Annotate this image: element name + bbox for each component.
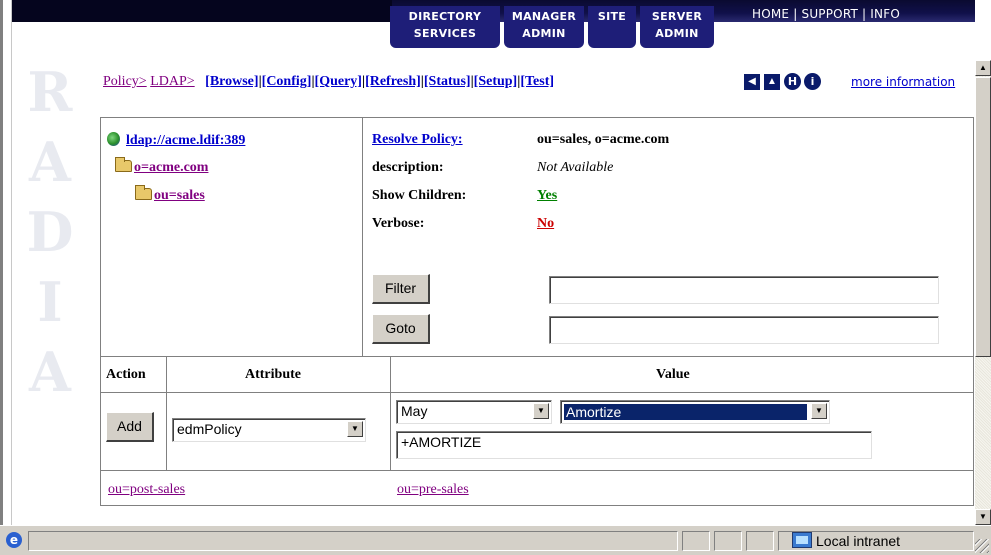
child-link-pre-sales[interactable]: ou=pre-sales: [397, 482, 469, 498]
scroll-up-arrow-icon[interactable]: ▲: [975, 60, 991, 76]
filter-input[interactable]: [549, 276, 939, 304]
vertical-scrollbar[interactable]: ▲ ▼: [975, 60, 991, 525]
tree-org-link[interactable]: o=acme.com: [134, 160, 208, 175]
attribute-header: Attribute: [245, 367, 301, 382]
tab-label: MANAGER: [511, 10, 577, 23]
browser-page-icon: e: [6, 532, 22, 548]
attribute-select[interactable]: edmPolicy ▼: [172, 418, 366, 442]
setup-link[interactable]: [Setup]: [474, 74, 518, 89]
home-link[interactable]: HOME: [752, 7, 789, 21]
child-link-post-sales[interactable]: ou=post-sales: [108, 482, 185, 498]
test-link[interactable]: [Test]: [520, 74, 554, 89]
up-icon[interactable]: ▲: [764, 73, 780, 90]
status-panel-main: [28, 531, 678, 551]
tab-server-admin[interactable]: SERVER ADMIN: [640, 6, 714, 48]
link-separator: |: [793, 7, 798, 21]
action-header: Action: [106, 367, 146, 382]
top-banner: DIRECTORY SERVICES MANAGER ADMIN SITE SE…: [12, 0, 975, 52]
back-icon[interactable]: ◀: [744, 73, 760, 90]
value-input[interactable]: +AMORTIZE: [396, 431, 872, 459]
watermark-letter: A: [29, 340, 71, 404]
more-information-link[interactable]: more information: [851, 75, 955, 89]
help-icon[interactable]: H: [784, 73, 801, 90]
folder-icon: [115, 157, 132, 172]
watermark-letter: R: [27, 60, 73, 124]
resolve-policy-value: ou=sales, o=acme.com: [537, 132, 670, 147]
value-select-policy[interactable]: Amortize ▼: [560, 400, 830, 424]
link-separator: |: [862, 7, 867, 21]
chevron-down-icon[interactable]: ▼: [533, 403, 549, 419]
support-link[interactable]: SUPPORT: [802, 7, 859, 21]
filter-button[interactable]: Filter: [372, 274, 430, 304]
show-children-label: Show Children:: [372, 188, 467, 203]
config-link[interactable]: [Config]: [262, 74, 312, 89]
value-select-month-value: May: [401, 403, 428, 419]
tree-root: ldap://acme.ldif:389: [107, 132, 245, 149]
resize-grip-icon[interactable]: [975, 539, 989, 553]
watermark-letter: A: [29, 130, 71, 194]
tree-ou-link[interactable]: ou=sales: [154, 188, 205, 203]
status-link[interactable]: [Status]: [424, 74, 471, 89]
breadcrumb-policy[interactable]: Policy>: [103, 74, 147, 89]
chevron-down-icon[interactable]: ▼: [347, 421, 363, 437]
tab-label: SITE: [597, 10, 627, 23]
add-button[interactable]: Add: [106, 412, 154, 442]
table-col-divider: [390, 356, 391, 470]
goto-button[interactable]: Goto: [372, 314, 430, 344]
description-value: Not Available: [537, 160, 614, 175]
status-bar: e Local intranet: [0, 525, 991, 555]
info-icon[interactable]: i: [804, 73, 821, 90]
tab-label: SERVICES: [413, 27, 477, 40]
globe-icon: [107, 132, 120, 146]
breadcrumb: Policy> LDAP> [Browse]|[Config]|[Query]|…: [103, 74, 554, 90]
top-links: HOME | SUPPORT | INFO: [752, 7, 900, 21]
folder-open-icon: [135, 185, 152, 200]
scroll-thumb[interactable]: [975, 77, 991, 357]
breadcrumb-ldap[interactable]: LDAP>: [150, 74, 194, 89]
attribute-select-value: edmPolicy: [177, 421, 242, 437]
chevron-down-icon[interactable]: ▼: [811, 403, 827, 419]
tab-label: ADMIN: [655, 27, 699, 40]
description-label: description:: [372, 160, 444, 175]
status-panel: [746, 531, 774, 551]
table-top-rule: [101, 356, 974, 357]
resolve-policy-link[interactable]: Resolve Policy:: [372, 132, 463, 148]
verbose-label: Verbose:: [372, 216, 425, 231]
query-link[interactable]: [Query]: [315, 74, 362, 89]
scroll-down-arrow-icon[interactable]: ▼: [975, 509, 991, 525]
table-bottom-rule: [101, 470, 974, 471]
status-panel: [714, 531, 742, 551]
value-select-policy-value: Amortize: [563, 403, 808, 421]
watermark-letter: D: [26, 200, 74, 264]
directory-tree: ldap://acme.ldif:389 o=acme.com ou=sales: [101, 118, 363, 356]
zone-label: Local intranet: [816, 533, 901, 549]
goto-input[interactable]: [549, 316, 939, 344]
nav-icons: ◀ ▲ Hi: [744, 73, 824, 90]
show-children-toggle[interactable]: Yes: [537, 188, 557, 204]
tab-label: ADMIN: [522, 27, 566, 40]
tab-directory-services[interactable]: DIRECTORY SERVICES: [390, 6, 500, 48]
radia-watermark: R A D I A: [20, 60, 80, 460]
local-intranet-icon: [792, 532, 812, 548]
tree-org: o=acme.com: [115, 157, 208, 176]
verbose-toggle[interactable]: No: [537, 216, 554, 232]
properties-panel: Resolve Policy: ou=sales, o=acme.com des…: [364, 118, 973, 356]
banner-strip-dark: [12, 0, 392, 22]
browse-link[interactable]: [Browse]: [205, 74, 258, 89]
table-col-divider: [166, 356, 167, 470]
tree-root-link[interactable]: ldap://acme.ldif:389: [126, 133, 245, 148]
refresh-link[interactable]: [Refresh]: [365, 74, 421, 89]
status-panel: [682, 531, 710, 551]
window-left-edge: [0, 0, 3, 525]
value-header: Value: [656, 367, 690, 382]
watermark-letter: I: [37, 270, 63, 334]
tab-site[interactable]: SITE: [588, 6, 636, 48]
tab-label: DIRECTORY: [408, 10, 482, 23]
info-link[interactable]: INFO: [870, 7, 900, 21]
tab-manager-admin[interactable]: MANAGER ADMIN: [504, 6, 584, 48]
tab-label: SERVER: [651, 10, 703, 23]
value-select-month[interactable]: May ▼: [396, 400, 552, 424]
tree-ou: ou=sales: [135, 185, 205, 204]
table-header-rule: [101, 392, 974, 393]
